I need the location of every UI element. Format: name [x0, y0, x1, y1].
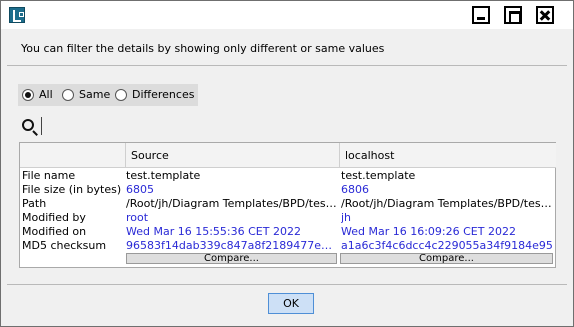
compare-localhost-button[interactable]: Compare...: [340, 253, 553, 264]
target-value: 6806: [341, 183, 369, 196]
source-value: /Root/jh/Diagram Templates/BPD/test...: [126, 197, 338, 210]
row-label: Modified by: [22, 211, 86, 224]
filter-differences-label: Differences: [132, 88, 195, 101]
source-value: Wed Mar 16 15:55:36 CET 2022: [126, 225, 301, 238]
minimize-icon[interactable]: [472, 6, 490, 24]
column-header-property[interactable]: [20, 143, 126, 168]
info-text: You can filter the details by showing on…: [21, 42, 385, 55]
filter-same-radio[interactable]: Same: [62, 88, 110, 101]
title-bar[interactable]: [1, 1, 573, 29]
column-header-source[interactable]: Source: [126, 143, 340, 168]
filter-all-radio[interactable]: All: [22, 88, 53, 101]
radio-unchecked-icon: [115, 88, 127, 101]
table-row[interactable]: File size (in bytes) 6805 6806: [20, 183, 555, 197]
target-value: /Root/jh/Diagram Templates/BPD/test...: [341, 197, 553, 210]
table-row[interactable]: Modified on Wed Mar 16 15:55:36 CET 2022…: [20, 225, 555, 239]
separator-top: [7, 65, 567, 66]
source-value: root: [126, 211, 149, 224]
search-icon: [22, 119, 34, 131]
target-value: jh: [341, 211, 352, 224]
source-value: 96583f14dab339c847a8f2189477e9...: [126, 239, 338, 252]
column-header-localhost[interactable]: localhost: [340, 143, 556, 168]
row-label: MD5 checksum: [22, 239, 107, 252]
row-label: Modified on: [22, 225, 87, 238]
filter-all-label: All: [39, 88, 53, 101]
app-logo-icon: [9, 7, 25, 23]
ok-button[interactable]: OK: [268, 293, 314, 314]
target-value: a1a6c3f4c6dcc4c229055a34f9184e95: [341, 239, 553, 252]
filter-same-label: Same: [79, 88, 111, 101]
details-table: Source localhost File name test.template…: [19, 142, 556, 268]
table-row[interactable]: Modified by root jh: [20, 211, 555, 225]
separator-bottom: [7, 284, 567, 285]
search-input[interactable]: [41, 117, 241, 135]
row-label: File name: [22, 169, 76, 182]
close-icon[interactable]: [536, 6, 554, 24]
radio-checked-icon: [22, 88, 34, 101]
table-row[interactable]: Path /Root/jh/Diagram Templates/BPD/test…: [20, 197, 555, 211]
source-value: 6805: [126, 183, 154, 196]
compare-source-button[interactable]: Compare...: [126, 253, 337, 264]
compare-dialog: You can filter the details by showing on…: [0, 0, 574, 327]
table-row[interactable]: File name test.template test.template: [20, 169, 555, 183]
target-value: Wed Mar 16 16:09:26 CET 2022: [341, 225, 516, 238]
row-label: File size (in bytes): [22, 183, 122, 196]
source-value: test.template: [126, 169, 201, 182]
table-row[interactable]: MD5 checksum 96583f14dab339c847a8f218947…: [20, 239, 555, 253]
radio-unchecked-icon: [62, 88, 74, 101]
filter-differences-radio[interactable]: Differences: [115, 88, 194, 101]
row-label: Path: [22, 197, 47, 210]
target-value: test.template: [341, 169, 416, 182]
filter-radio-group: All Same Differences: [18, 84, 198, 106]
maximize-icon[interactable]: [504, 6, 522, 24]
